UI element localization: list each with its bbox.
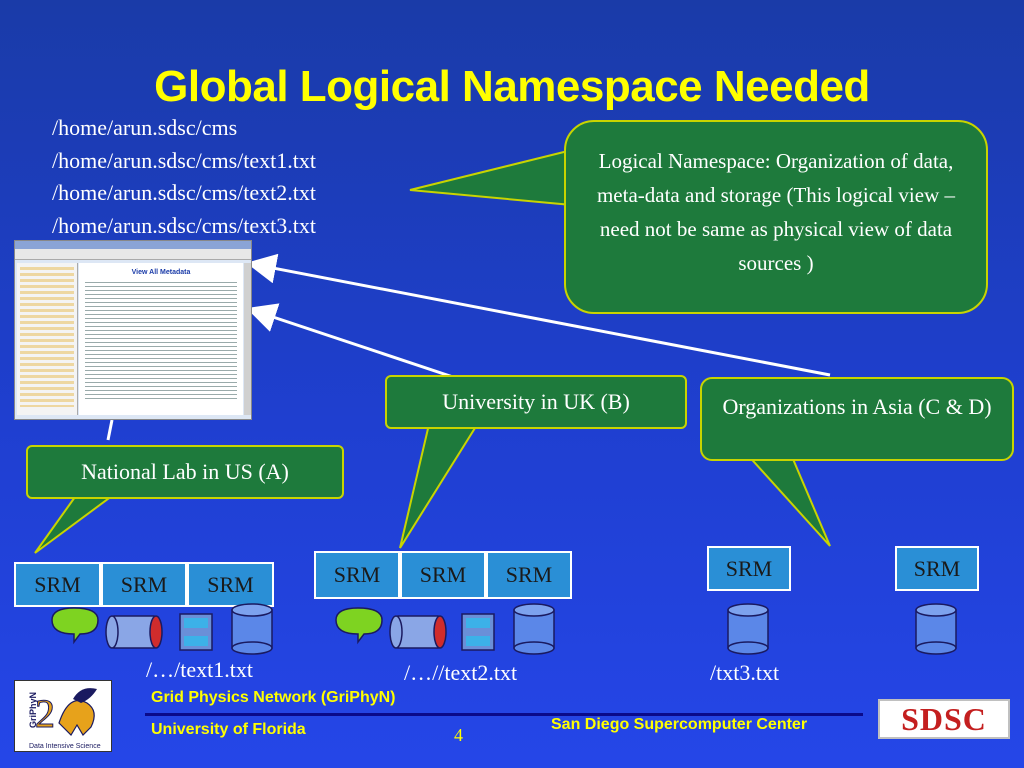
srm-d: SRM	[895, 546, 979, 591]
scrollbar	[244, 263, 251, 415]
callout-us: National Lab in US (A)	[26, 445, 344, 499]
disk-icon	[915, 603, 957, 655]
window-titlebar	[15, 241, 251, 249]
footer-griphyn: Grid Physics Network (GriPhyN)	[151, 689, 396, 706]
chat-bubble-icon	[335, 607, 383, 645]
arrow-us	[106, 419, 114, 441]
tape-reel-icon	[461, 613, 495, 651]
disk-icon	[231, 603, 273, 655]
metadata-rows	[85, 282, 237, 402]
disk-icon	[513, 603, 555, 655]
browser-toolbar	[15, 249, 251, 260]
file-label-b: /…//text2.txt	[404, 660, 518, 685]
srm-b1: SRM	[314, 551, 400, 599]
svg-text:2: 2	[35, 691, 55, 736]
tree-panel	[17, 263, 78, 415]
tape-cylinder-icon	[105, 615, 163, 649]
disk-icon	[727, 603, 769, 655]
griffin-icon: 2	[35, 688, 97, 737]
footer-university: University of Florida	[151, 721, 306, 738]
chat-bubble-icon	[51, 607, 99, 645]
metadata-browser-screenshot: View All Metadata	[14, 240, 252, 420]
file-label-a: /…/text1.txt	[146, 657, 253, 682]
callout-uk-text: University in UK (B)	[442, 389, 630, 414]
callout-asia-text: Organizations in Asia (C & D)	[722, 394, 992, 419]
tree-items	[20, 267, 74, 407]
file-label-c: /txt3.txt	[710, 660, 780, 685]
callout-tail-us	[34, 489, 124, 554]
sdsc-logo-text: SDSC	[901, 701, 987, 737]
callout-tail-asia	[742, 451, 831, 547]
callout-asia: Organizations in Asia (C & D)	[700, 377, 1014, 461]
metadata-panel: View All Metadata	[79, 263, 243, 415]
page-number: 4	[454, 725, 463, 745]
footer-sdsc: San Diego Supercomputer Center	[551, 716, 808, 733]
tape-cylinder-icon	[389, 615, 447, 649]
callout-uk: University in UK (B)	[385, 375, 687, 429]
tape-reel-icon	[179, 613, 213, 651]
srm-b2: SRM	[400, 551, 486, 599]
griphyn-logo-subtext: Data Intensive Science	[29, 743, 101, 750]
callout-us-text: National Lab in US (A)	[81, 459, 289, 484]
callout-tail-uk	[399, 419, 482, 549]
griphyn-logo: GriPhyN 2 Data Intensive Science	[14, 680, 112, 752]
callout-logical-namespace-text: Logical Namespace: Organization of data,…	[596, 149, 956, 275]
srm-c: SRM	[707, 546, 791, 591]
callout-logical-namespace: Logical Namespace: Organization of data,…	[564, 120, 988, 314]
sdsc-logo: SDSC	[878, 699, 1010, 739]
callout-tail-logical	[409, 148, 573, 207]
storage-icons	[51, 603, 957, 655]
srm-b3: SRM	[486, 551, 572, 599]
arrow-uk	[246, 303, 463, 382]
metadata-heading: View All Metadata	[131, 269, 191, 276]
